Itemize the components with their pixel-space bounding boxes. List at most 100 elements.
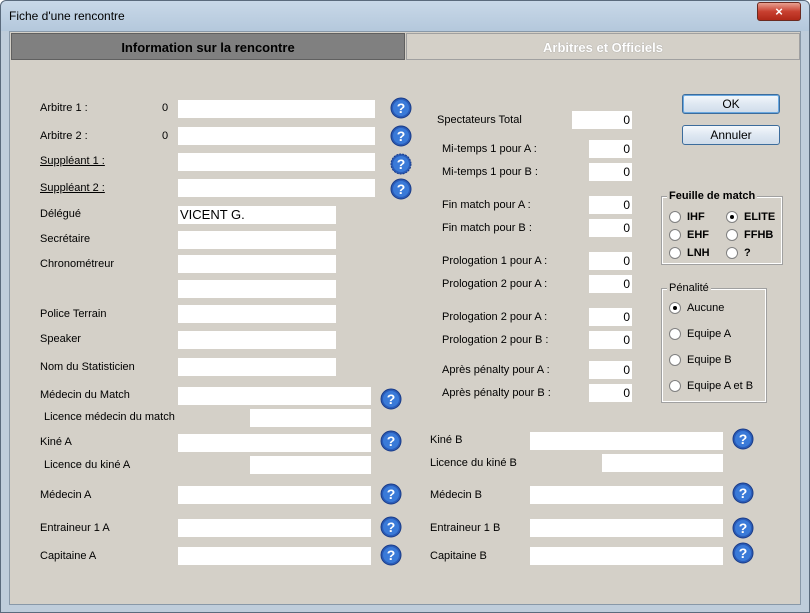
capitaine-a-field[interactable] xyxy=(178,547,371,565)
kine-a-field[interactable] xyxy=(178,434,371,452)
licence-kine-a-label: Licence du kiné A xyxy=(44,459,131,471)
entraineur-a-field[interactable] xyxy=(178,519,371,537)
secretaire-field[interactable] xyxy=(178,231,336,249)
help-icon[interactable]: ? xyxy=(390,97,412,119)
help-icon[interactable]: ? xyxy=(380,388,402,410)
delegue-field[interactable]: VICENT G. xyxy=(178,206,336,224)
arbitre1-label: Arbitre 1 : xyxy=(40,102,88,114)
tab-arbitres[interactable]: Arbitres et Officiels xyxy=(406,33,800,60)
penaltya-field[interactable]: 0 xyxy=(589,361,632,379)
medecin-a-field[interactable] xyxy=(178,486,371,504)
mitemps1a-field[interactable]: 0 xyxy=(589,140,632,158)
svg-text:?: ? xyxy=(397,156,406,172)
dialog-window: Fiche d'une rencontre × Information sur … xyxy=(0,0,810,613)
radio-ihf-label: IHF xyxy=(687,211,705,223)
spectateurs-field[interactable]: 0 xyxy=(572,111,632,129)
svg-text:?: ? xyxy=(739,431,748,447)
help-icon[interactable]: ? xyxy=(380,483,402,505)
svg-text:?: ? xyxy=(397,100,406,116)
svg-text:?: ? xyxy=(397,181,406,197)
help-icon[interactable]: ? xyxy=(732,542,754,564)
prolog1a-field[interactable]: 0 xyxy=(589,252,632,270)
radio-aucune[interactable] xyxy=(669,302,681,314)
chronometreur-field-2[interactable] xyxy=(178,280,336,298)
arbitre1-field[interactable] xyxy=(178,100,375,118)
prolog2b-label: Prologation 2 pour B : xyxy=(442,334,549,346)
help-icon[interactable]: ? xyxy=(732,517,754,539)
arbitre1-count: 0 xyxy=(162,102,169,114)
mitemps1b-label: Mi-temps 1 pour B : xyxy=(442,166,538,178)
licence-kine-a-field[interactable] xyxy=(250,456,371,474)
radio-equipe-a-label: Equipe A xyxy=(687,328,732,340)
capitaine-a-label: Capitaine A xyxy=(40,550,97,562)
suppleant2-label: Suppléant 2 : xyxy=(40,182,105,194)
kine-a-label: Kiné A xyxy=(40,436,72,448)
licence-medecin-field[interactable] xyxy=(250,409,371,427)
medecin-match-field[interactable] xyxy=(178,387,371,405)
help-icon[interactable]: ? xyxy=(390,153,412,175)
entraineur-b-label: Entraineur 1 B xyxy=(430,522,501,534)
svg-text:?: ? xyxy=(387,391,396,407)
licence-kine-b-label: Licence du kiné B xyxy=(430,457,517,469)
title-bar: Fiche d'une rencontre × xyxy=(1,1,809,31)
prolog2a-second-field[interactable]: 0 xyxy=(589,308,632,326)
entraineur-a-label: Entraineur 1 A xyxy=(40,522,110,534)
svg-text:?: ? xyxy=(387,547,396,563)
prolog2a-label: Prologation 2 pour A : xyxy=(442,278,548,290)
help-icon[interactable]: ? xyxy=(380,516,402,538)
capitaine-b-field[interactable] xyxy=(530,547,723,565)
mitemps1b-field[interactable]: 0 xyxy=(589,163,632,181)
help-icon[interactable]: ? xyxy=(732,482,754,504)
cancel-button[interactable]: Annuler xyxy=(682,125,780,145)
delegue-label: Délégué xyxy=(40,208,81,220)
window-title: Fiche d'une rencontre xyxy=(9,9,125,23)
prolog2b-field[interactable]: 0 xyxy=(589,331,632,349)
svg-text:?: ? xyxy=(387,519,396,535)
radio-aucune-label: Aucune xyxy=(687,302,725,314)
tab-information[interactable]: Information sur la rencontre xyxy=(11,33,405,60)
svg-text:?: ? xyxy=(397,128,406,144)
radio-lnh[interactable] xyxy=(669,247,681,259)
dialog-body: Information sur la rencontre Arbitres et… xyxy=(9,31,801,605)
radio-equipe-ab[interactable] xyxy=(669,380,681,392)
kine-b-label: Kiné B xyxy=(430,434,463,446)
radio-ehf[interactable] xyxy=(669,229,681,241)
suppleant2-field[interactable] xyxy=(178,179,375,197)
help-icon[interactable]: ? xyxy=(380,430,402,452)
medecin-b-field[interactable] xyxy=(530,486,723,504)
licence-kine-b-field[interactable] xyxy=(602,454,723,472)
prolog2a-field[interactable]: 0 xyxy=(589,275,632,293)
help-icon[interactable]: ? xyxy=(732,428,754,450)
finmatcha-field[interactable]: 0 xyxy=(589,196,632,214)
radio-ihf[interactable] xyxy=(669,211,681,223)
finmatchb-label: Fin match pour B : xyxy=(442,222,532,234)
penalite-title: Pénalité xyxy=(667,282,711,294)
finmatchb-field[interactable]: 0 xyxy=(589,219,632,237)
radio-ffhb-label: FFHB xyxy=(744,229,774,241)
penalite-group: Pénalité Aucune Equipe A Equipe B Equipe… xyxy=(661,282,767,403)
chronometreur-field[interactable] xyxy=(178,255,336,273)
penaltyb-field[interactable]: 0 xyxy=(589,384,632,402)
mitemps1a-label: Mi-temps 1 pour A : xyxy=(442,143,537,155)
entraineur-b-field[interactable] xyxy=(530,519,723,537)
radio-elite[interactable] xyxy=(726,211,738,223)
svg-text:?: ? xyxy=(739,485,748,501)
help-icon[interactable]: ? xyxy=(390,178,412,200)
suppleant1-field[interactable] xyxy=(178,153,375,171)
radio-equipe-ab-label: Equipe A et B xyxy=(687,380,754,392)
help-icon[interactable]: ? xyxy=(390,125,412,147)
radio-other[interactable] xyxy=(726,247,738,259)
radio-equipe-a[interactable] xyxy=(669,328,681,340)
radio-ffhb[interactable] xyxy=(726,229,738,241)
ok-button[interactable]: OK xyxy=(682,94,780,114)
statisticien-field[interactable] xyxy=(178,358,336,376)
close-button[interactable]: × xyxy=(757,2,801,21)
police-field[interactable] xyxy=(178,305,336,323)
kine-b-field[interactable] xyxy=(530,432,723,450)
radio-equipe-b[interactable] xyxy=(669,354,681,366)
help-icon[interactable]: ? xyxy=(380,544,402,566)
svg-text:?: ? xyxy=(387,433,396,449)
arbitre2-field[interactable] xyxy=(178,127,375,145)
speaker-field[interactable] xyxy=(178,331,336,349)
feuille-de-match-title: Feuille de match xyxy=(667,190,758,202)
